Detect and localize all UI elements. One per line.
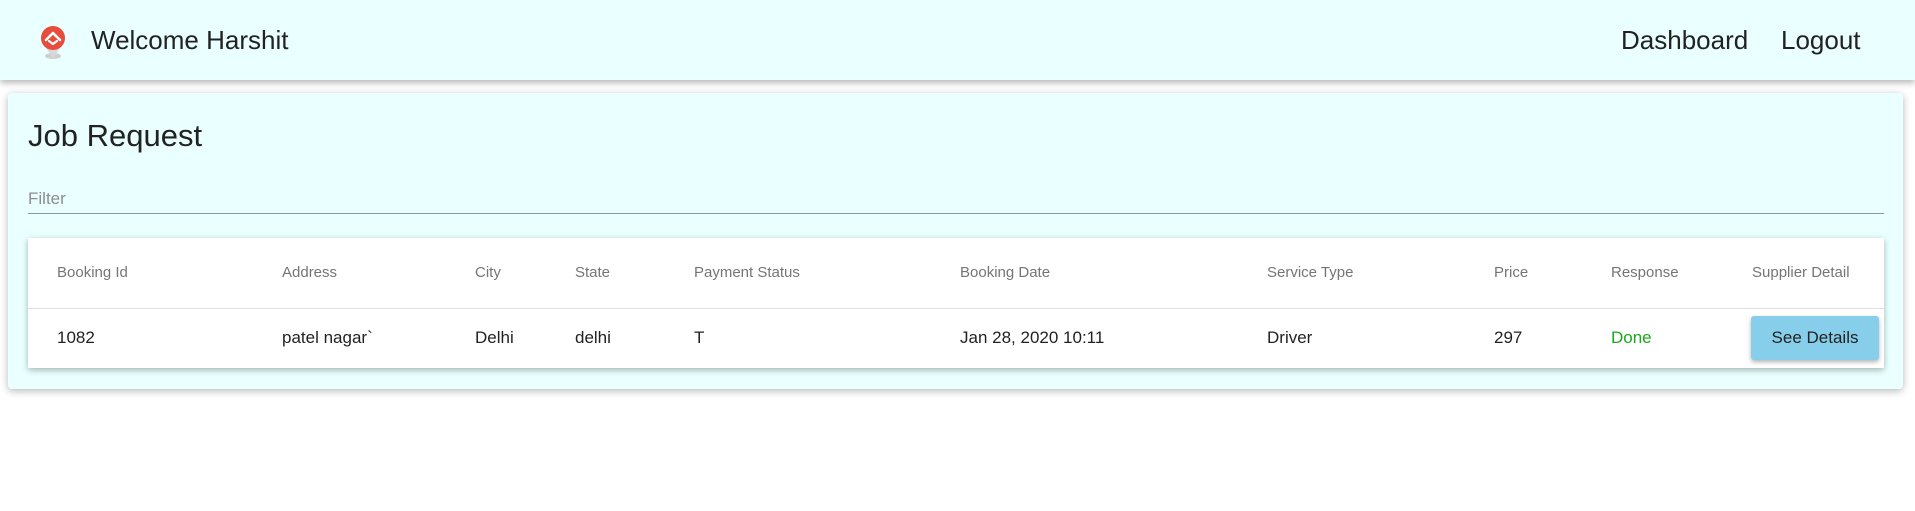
column-header-address[interactable]: Address [282, 264, 337, 282]
table-row: 1082 patel nagar` Delhi delhi T Jan 28, … [28, 309, 1884, 368]
column-header-supplier-detail[interactable]: Supplier Detail [1752, 264, 1850, 282]
top-navbar: Welcome Harshit Dashboard Logout [0, 0, 1915, 80]
column-header-payment-status[interactable]: Payment Status [694, 264, 800, 282]
cell-city: Delhi [475, 328, 514, 347]
column-header-city[interactable]: City [475, 264, 501, 282]
column-header-booking-date[interactable]: Booking Date [960, 264, 1050, 282]
see-details-button[interactable]: See Details [1751, 316, 1879, 360]
job-request-card: Job Request Booking Id Address City Stat… [8, 93, 1903, 389]
cell-payment-status: T [694, 328, 705, 347]
column-header-service-type[interactable]: Service Type [1267, 264, 1353, 282]
filter-input[interactable] [28, 185, 1884, 214]
cell-booking-id: 1082 [57, 328, 95, 347]
column-header-state[interactable]: State [575, 264, 610, 282]
welcome-text: Welcome Harshit [91, 25, 289, 55]
job-request-table: Booking Id Address City State Payment St… [28, 238, 1884, 368]
page-title: Job Request [28, 118, 203, 153]
cell-booking-date: Jan 28, 2020 10:11 [960, 328, 1105, 347]
cell-response-status: Done [1611, 328, 1652, 347]
cell-service-type: Driver [1267, 328, 1313, 347]
table-header-row: Booking Id Address City State Payment St… [28, 238, 1884, 309]
cell-price: 297 [1494, 328, 1523, 347]
column-header-price[interactable]: Price [1494, 264, 1528, 282]
column-header-booking-id[interactable]: Booking Id [57, 264, 128, 282]
cell-state: delhi [575, 328, 611, 347]
nav-dashboard-link[interactable]: Dashboard [1621, 24, 1748, 56]
cell-address: patel nagar` [282, 328, 373, 347]
nav-logout-link[interactable]: Logout [1781, 24, 1861, 56]
column-header-response[interactable]: Response [1611, 264, 1679, 282]
home-pin-icon[interactable] [36, 22, 70, 60]
